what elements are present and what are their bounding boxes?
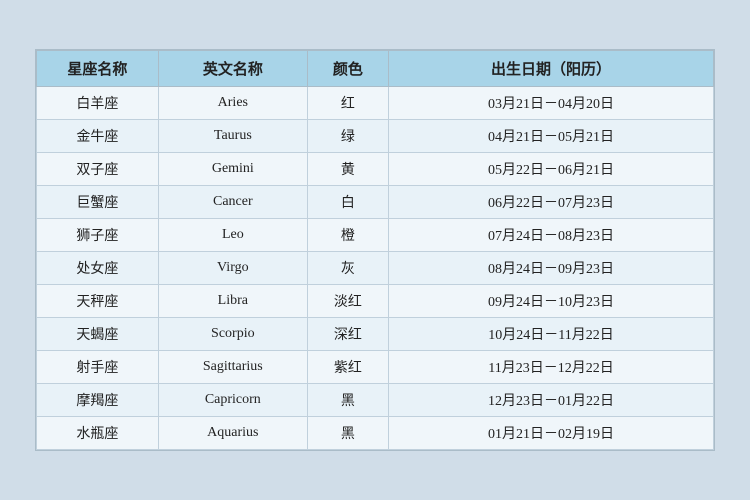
cell-en_name: Cancer [158,186,307,219]
header-date: 出生日期（阳历） [389,51,714,87]
zodiac-table-container: 星座名称 英文名称 颜色 出生日期（阳历） 白羊座Aries红03月21日－04… [35,49,715,451]
cell-en_name: Libra [158,285,307,318]
table-row: 水瓶座Aquarius黑01月21日－02月19日 [37,417,714,450]
table-row: 天秤座Libra淡红09月24日－10月23日 [37,285,714,318]
cell-cn_name: 处女座 [37,252,159,285]
cell-en_name: Gemini [158,153,307,186]
table-row: 天蝎座Scorpio深红10月24日－11月22日 [37,318,714,351]
cell-cn_name: 天蝎座 [37,318,159,351]
table-row: 双子座Gemini黄05月22日－06月21日 [37,153,714,186]
cell-en_name: Leo [158,219,307,252]
cell-color: 黄 [307,153,388,186]
cell-color: 黑 [307,384,388,417]
table-body: 白羊座Aries红03月21日－04月20日金牛座Taurus绿04月21日－0… [37,87,714,450]
cell-en_name: Aquarius [158,417,307,450]
cell-en_name: Taurus [158,120,307,153]
cell-cn_name: 射手座 [37,351,159,384]
table-row: 巨蟹座Cancer白06月22日－07月23日 [37,186,714,219]
cell-cn_name: 水瓶座 [37,417,159,450]
cell-date_range: 06月22日－07月23日 [389,186,714,219]
cell-date_range: 08月24日－09月23日 [389,252,714,285]
table-row: 射手座Sagittarius紫红11月23日－12月22日 [37,351,714,384]
cell-date_range: 07月24日－08月23日 [389,219,714,252]
cell-date_range: 04月21日－05月21日 [389,120,714,153]
table-row: 白羊座Aries红03月21日－04月20日 [37,87,714,120]
cell-cn_name: 摩羯座 [37,384,159,417]
header-color: 颜色 [307,51,388,87]
cell-date_range: 05月22日－06月21日 [389,153,714,186]
cell-color: 深红 [307,318,388,351]
cell-color: 绿 [307,120,388,153]
cell-cn_name: 天秤座 [37,285,159,318]
header-en-name: 英文名称 [158,51,307,87]
cell-date_range: 10月24日－11月22日 [389,318,714,351]
cell-en_name: Scorpio [158,318,307,351]
cell-date_range: 09月24日－10月23日 [389,285,714,318]
cell-color: 灰 [307,252,388,285]
cell-color: 淡红 [307,285,388,318]
cell-color: 橙 [307,219,388,252]
cell-en_name: Capricorn [158,384,307,417]
cell-en_name: Aries [158,87,307,120]
cell-date_range: 12月23日－01月22日 [389,384,714,417]
cell-date_range: 11月23日－12月22日 [389,351,714,384]
cell-color: 紫红 [307,351,388,384]
cell-en_name: Virgo [158,252,307,285]
cell-color: 白 [307,186,388,219]
cell-cn_name: 金牛座 [37,120,159,153]
cell-color: 红 [307,87,388,120]
table-row: 摩羯座Capricorn黑12月23日－01月22日 [37,384,714,417]
table-header-row: 星座名称 英文名称 颜色 出生日期（阳历） [37,51,714,87]
cell-date_range: 03月21日－04月20日 [389,87,714,120]
cell-cn_name: 双子座 [37,153,159,186]
cell-cn_name: 白羊座 [37,87,159,120]
cell-en_name: Sagittarius [158,351,307,384]
cell-date_range: 01月21日－02月19日 [389,417,714,450]
zodiac-table: 星座名称 英文名称 颜色 出生日期（阳历） 白羊座Aries红03月21日－04… [36,50,714,450]
table-row: 金牛座Taurus绿04月21日－05月21日 [37,120,714,153]
cell-color: 黑 [307,417,388,450]
table-row: 狮子座Leo橙07月24日－08月23日 [37,219,714,252]
table-row: 处女座Virgo灰08月24日－09月23日 [37,252,714,285]
cell-cn_name: 狮子座 [37,219,159,252]
cell-cn_name: 巨蟹座 [37,186,159,219]
header-cn-name: 星座名称 [37,51,159,87]
